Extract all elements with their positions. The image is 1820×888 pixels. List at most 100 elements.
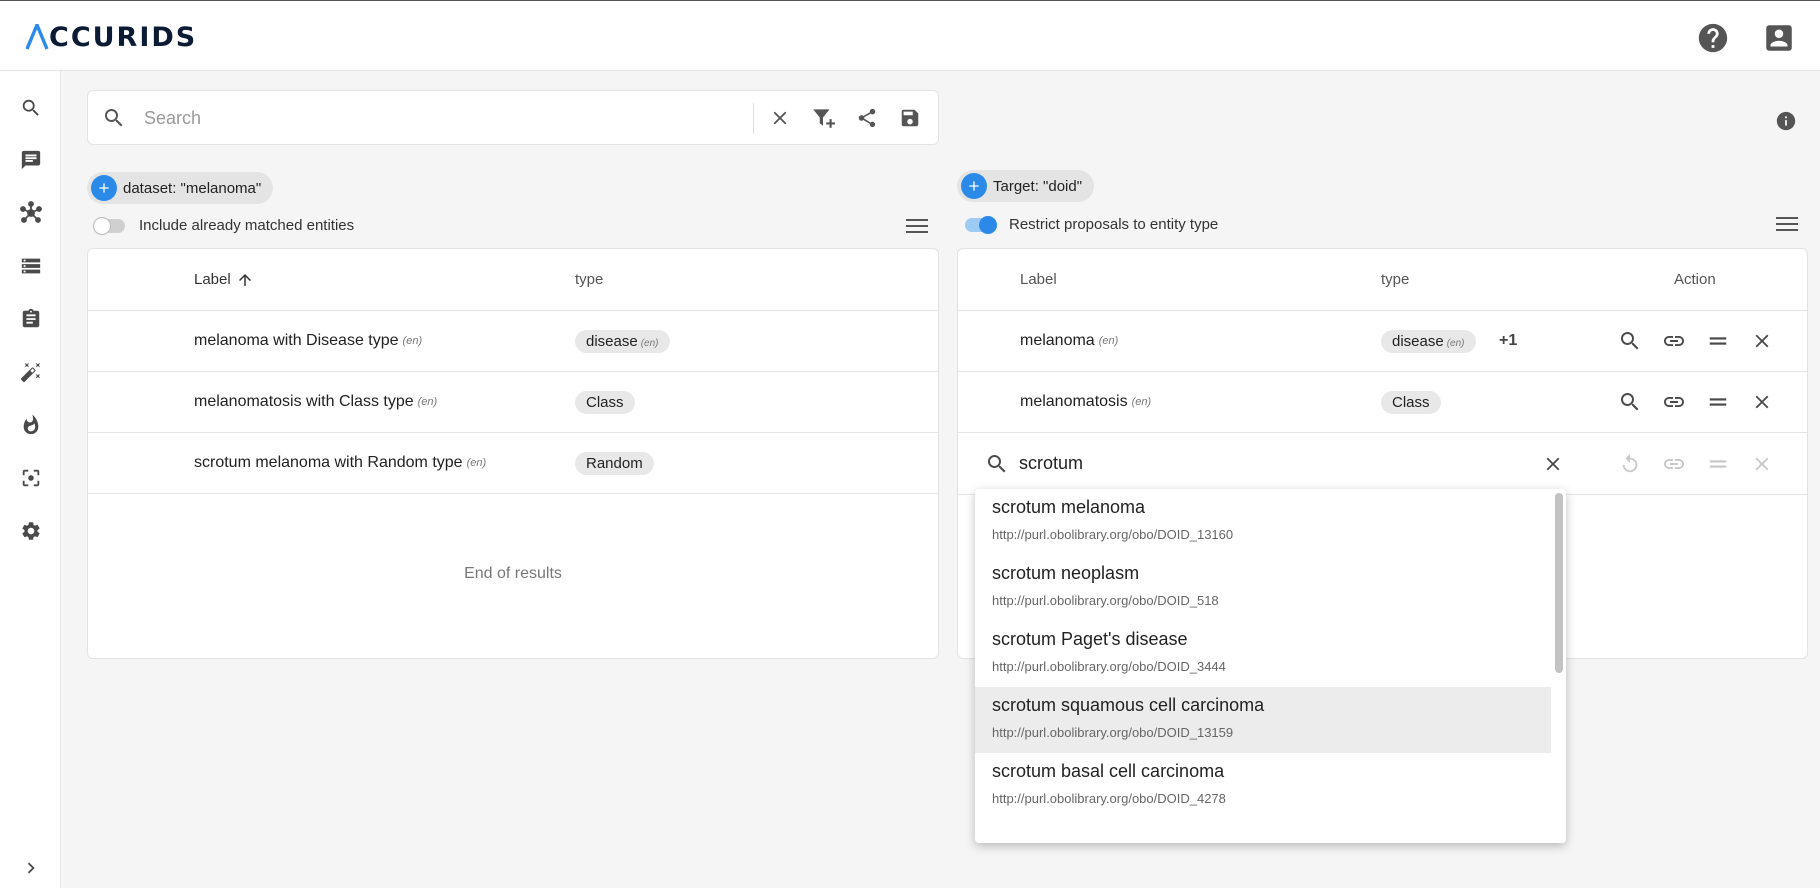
dropdown-option-partial[interactable] [975, 819, 1551, 843]
fire-icon[interactable] [18, 412, 44, 438]
share-icon[interactable] [854, 105, 880, 131]
option-url: http://purl.obolibrary.org/obo/DOID_518 [992, 593, 1219, 608]
row-lang: (en) [402, 335, 423, 347]
left-menu-icon[interactable] [906, 218, 928, 234]
label-column-header[interactable]: Label [194, 249, 254, 310]
graph-network-icon[interactable] [18, 200, 44, 226]
search-icon [985, 433, 1009, 494]
type-tag: disease (en) [575, 329, 670, 353]
row-label: melanoma with Disease type [194, 332, 399, 349]
include-matched-toggle[interactable] [93, 216, 125, 235]
row-lang: (en) [1131, 396, 1152, 408]
table-header: Label type Action [958, 249, 1807, 311]
dropdown-option[interactable]: scrotum Paget's disease http://purl.obol… [975, 621, 1551, 687]
end-of-results: End of results [464, 565, 562, 582]
settings-gear-icon[interactable] [18, 518, 44, 544]
dropdown-option-highlighted[interactable]: scrotum squamous cell carcinoma http://p… [975, 687, 1551, 753]
dataset-chip-label: dataset: "melanoma" [123, 179, 262, 197]
center-focus-icon[interactable] [18, 465, 44, 491]
right-menu-icon[interactable] [1776, 216, 1798, 232]
row-lang: (en) [466, 457, 487, 469]
dropdown-option[interactable]: scrotum melanoma http://purl.obolibrary.… [975, 489, 1551, 555]
close-icon [1749, 451, 1775, 477]
option-label: scrotum squamous cell carcinoma [992, 695, 1265, 715]
option-url: http://purl.obolibrary.org/obo/DOID_3444 [992, 659, 1226, 674]
table-header: Label type [88, 249, 938, 311]
option-url: http://purl.obolibrary.org/obo/DOID_1315… [992, 725, 1234, 740]
equals-icon [1705, 451, 1731, 477]
chevron-right-icon[interactable] [20, 857, 42, 879]
link-icon[interactable] [1661, 389, 1687, 415]
search-input[interactable] [144, 103, 824, 133]
close-icon[interactable] [1749, 389, 1775, 415]
table-row[interactable]: melanomatosis with Class type (en) Class [88, 372, 938, 433]
include-matched-toggle-row: Include already matched entities [93, 216, 355, 235]
clear-inline-search-icon[interactable] [1540, 451, 1566, 477]
dropdown-option[interactable]: scrotum neoplasm http://purl.obolibrary.… [975, 555, 1551, 621]
magic-wand-icon[interactable] [18, 359, 44, 385]
label-column-header[interactable]: Label [1020, 249, 1057, 310]
storage-list-icon[interactable] [18, 253, 44, 279]
table-row[interactable]: melanomatosis (en) Class [958, 372, 1807, 433]
help-icon[interactable] [1696, 21, 1730, 55]
search-icon[interactable] [18, 95, 44, 121]
equals-icon[interactable] [1705, 389, 1731, 415]
row-label: melanoma [1020, 332, 1095, 349]
sidebar [0, 71, 61, 888]
type-column-header[interactable]: type [1381, 249, 1409, 310]
row-label: melanomatosis [1020, 393, 1128, 410]
top-bar: CCURIDS [0, 1, 1820, 71]
type-tag: Class [575, 390, 635, 414]
link-icon [1661, 451, 1687, 477]
message-icon[interactable] [18, 147, 44, 173]
close-icon[interactable] [1749, 328, 1775, 354]
target-chip-label: Target: "doid" [993, 177, 1083, 195]
type-tag: Random [575, 451, 654, 475]
accurids-logo[interactable]: CCURIDS [25, 21, 198, 53]
search-divider [753, 103, 754, 134]
filter-add-icon[interactable] [810, 105, 836, 131]
autocomplete-dropdown: scrotum melanoma http://purl.obolibrary.… [975, 489, 1566, 843]
target-filter-chip[interactable]: Target: "doid" [957, 170, 1095, 202]
sort-ascending-icon [238, 273, 251, 286]
add-icon[interactable] [91, 175, 117, 201]
equals-icon[interactable] [1705, 328, 1731, 354]
restrict-proposals-toggle[interactable] [965, 215, 997, 234]
add-icon[interactable] [961, 173, 987, 199]
search-icon[interactable] [1617, 328, 1643, 354]
dropdown-scroll-thumb[interactable] [1555, 493, 1563, 673]
clipboard-icon[interactable] [18, 306, 44, 332]
row-lang: (en) [417, 396, 438, 408]
restrict-proposals-label: Restrict proposals to entity type [1009, 216, 1219, 233]
table-row[interactable]: melanoma with Disease type (en) disease (e… [88, 311, 938, 372]
table-row[interactable]: melanoma (en) disease (en) +1 [958, 311, 1807, 372]
info-icon[interactable] [1775, 110, 1797, 132]
option-label: scrotum melanoma [992, 497, 1146, 517]
option-url: http://purl.obolibrary.org/obo/DOID_4278 [992, 791, 1226, 806]
inline-search-row: scrotum [958, 433, 1807, 495]
type-tag: disease (en) [1381, 329, 1476, 353]
logo-text: CCURIDS [49, 21, 198, 53]
link-icon[interactable] [1661, 328, 1687, 354]
search-icon[interactable] [1617, 389, 1643, 415]
dropdown-option[interactable]: scrotum basal cell carcinoma http://purl… [975, 753, 1551, 819]
account-icon[interactable] [1762, 21, 1796, 55]
inline-search-input[interactable]: scrotum [1019, 433, 1083, 494]
restrict-proposals-toggle-row: Restrict proposals to entity type [965, 215, 1219, 234]
source-entities-table: Label type melanoma with Disease type (en… [87, 248, 939, 659]
option-label: scrotum neoplasm [992, 563, 1140, 583]
row-lang: (en) [1098, 335, 1119, 347]
type-column-header[interactable]: type [575, 249, 603, 310]
option-label: scrotum Paget's disease [992, 629, 1188, 649]
logo-a-mark [25, 24, 49, 50]
save-icon[interactable] [897, 105, 923, 131]
dataset-filter-chip[interactable]: dataset: "melanoma" [87, 172, 274, 204]
option-url: http://purl.obolibrary.org/obo/DOID_1316… [992, 527, 1234, 542]
search-icon [102, 106, 126, 130]
more-types-badge[interactable]: +1 [1499, 311, 1517, 371]
include-matched-label: Include already matched entities [139, 217, 355, 234]
refresh-icon [1617, 451, 1643, 477]
option-label-partial [992, 823, 997, 843]
clear-search-icon[interactable] [767, 105, 793, 131]
table-row[interactable]: scrotum melanoma with Random type (en) Ra… [88, 433, 938, 494]
